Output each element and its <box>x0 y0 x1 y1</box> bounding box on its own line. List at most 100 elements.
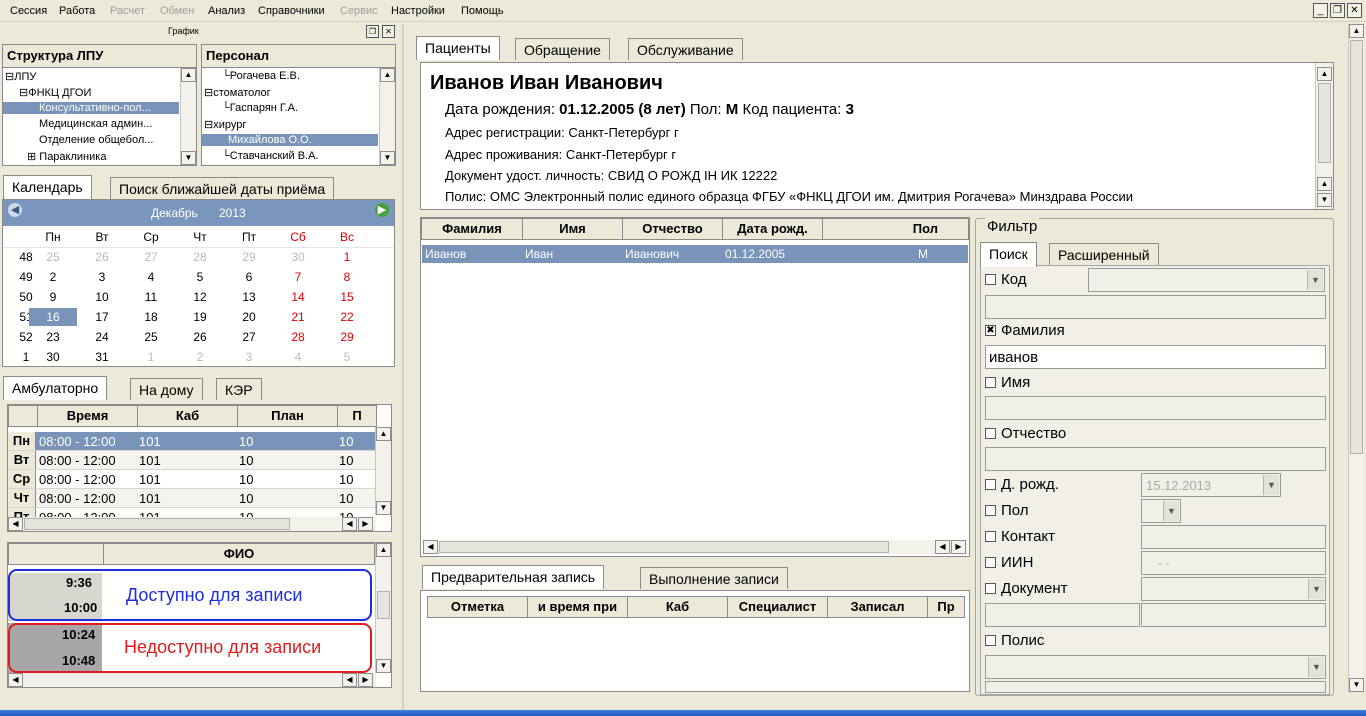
iin-input[interactable]: - - <box>1141 551 1326 575</box>
firstname-checkbox[interactable] <box>985 377 996 388</box>
scroll-thumb[interactable] <box>1350 40 1363 454</box>
scroll-up-icon[interactable]: ▲ <box>376 543 391 557</box>
main-vscroll[interactable]: ▲ ▼ <box>1348 24 1364 692</box>
calendar-day[interactable]: 18 <box>127 308 175 326</box>
menu-settings[interactable]: Настройки <box>391 5 445 17</box>
calendar-day[interactable]: 20 <box>225 308 273 326</box>
scroll-thumb[interactable] <box>24 518 290 530</box>
tree-item[interactable]: ⊟ЛПУ <box>5 70 36 83</box>
calendar-day[interactable]: 27 <box>225 328 273 346</box>
calendar-day[interactable]: 5 <box>323 348 371 366</box>
patients-hscroll[interactable]: ◀ ◀ ▶ <box>423 540 967 554</box>
tab-service[interactable]: Обслуживание <box>628 38 743 60</box>
sex-checkbox[interactable] <box>985 505 996 516</box>
close-panel-icon[interactable]: ✕ <box>382 25 395 38</box>
scroll-left-icon[interactable]: ◀ <box>935 540 950 554</box>
col-last-name[interactable]: Фамилия <box>421 218 523 240</box>
calendar-day[interactable]: 14 <box>274 288 322 306</box>
plan-row[interactable]: Ср 08:00 - 12:00 101 10 10 <box>8 470 376 489</box>
menu-help[interactable]: Помощь <box>461 5 504 17</box>
code-type-combo[interactable]: ▼ <box>1088 268 1325 292</box>
tree-item[interactable]: ⊟ФНКЦ ДГОИ <box>19 86 91 99</box>
slots-vscroll[interactable]: ▲ ▼ <box>375 543 391 673</box>
calendar-day[interactable]: 10 <box>78 288 126 306</box>
slots-col-fio[interactable]: ФИО <box>103 543 375 565</box>
float-icon[interactable]: ❐ <box>366 25 379 38</box>
calendar-day[interactable]: 17 <box>78 308 126 326</box>
scroll-down-icon[interactable]: ▼ <box>376 501 391 515</box>
firstname-input[interactable] <box>985 396 1326 420</box>
birthdate-checkbox[interactable] <box>985 479 996 490</box>
tab-patients[interactable]: Пациенты <box>416 36 500 60</box>
policy-type-combo[interactable]: ▼ <box>985 655 1326 679</box>
calendar-day[interactable]: 9 <box>29 288 77 306</box>
col-time[interactable]: и время при <box>527 596 628 618</box>
birthdate-input[interactable]: 15.12.2013 ▼ <box>1141 473 1281 497</box>
tab-record-execution[interactable]: Выполнение записи <box>640 567 788 589</box>
calendar-day[interactable]: 12 <box>176 288 224 306</box>
scroll-right-icon[interactable]: ▶ <box>358 673 373 687</box>
scroll-thumb[interactable] <box>1318 83 1331 163</box>
tree-item[interactable]: └Ставчанский В.А. <box>222 150 319 162</box>
calendar-day[interactable]: 4 <box>274 348 322 366</box>
lpu-scrollbar[interactable]: ▲ ▼ <box>180 68 196 165</box>
calendar-day[interactable]: 25 <box>127 328 175 346</box>
col-pr[interactable]: Пр <box>927 596 965 618</box>
calendar-day[interactable]: 23 <box>29 328 77 346</box>
scroll-up-icon[interactable]: ▲ <box>1317 177 1332 191</box>
plan-hscroll[interactable]: ◀ ◀ ▶ <box>8 517 376 531</box>
calendar-day[interactable]: 29 <box>225 248 273 266</box>
calendar-day[interactable]: 30 <box>274 248 322 266</box>
menu-calc[interactable]: Расчет <box>110 5 145 17</box>
scroll-up-icon[interactable]: ▲ <box>181 68 196 82</box>
calendar-day[interactable]: 3 <box>225 348 273 366</box>
col-middle-name[interactable]: Отчество <box>622 218 723 240</box>
scroll-up-icon[interactable]: ▲ <box>1317 67 1332 81</box>
chevron-down-icon[interactable]: ▼ <box>1263 475 1279 495</box>
scroll-down-icon[interactable]: ▼ <box>181 151 196 165</box>
code-checkbox[interactable] <box>985 274 996 285</box>
scroll-down-icon[interactable]: ▼ <box>376 659 391 673</box>
col-specialist[interactable]: Специалист <box>727 596 828 618</box>
minimize-icon[interactable]: _ <box>1313 3 1328 18</box>
calendar-day[interactable]: 11 <box>127 288 175 306</box>
scroll-right-icon[interactable]: ▶ <box>951 540 966 554</box>
calendar-day[interactable]: 5 <box>176 268 224 286</box>
calendar-day[interactable]: 21 <box>274 308 322 326</box>
col-mark[interactable]: Отметка <box>427 596 528 618</box>
calendar-year[interactable]: 2013 <box>219 206 246 220</box>
calendar-month[interactable]: Декабрь <box>151 206 198 220</box>
col-cab[interactable]: Каб <box>627 596 728 618</box>
document-number-input[interactable] <box>1141 603 1326 627</box>
calendar-day[interactable]: 3 <box>78 268 126 286</box>
patient-row[interactable]: Иванов Иван Иванович 01.12.2005 М <box>422 245 968 263</box>
calendar-day[interactable]: 19 <box>176 308 224 326</box>
staff-scrollbar[interactable]: ▲ ▼ <box>379 68 395 165</box>
calendar-day[interactable]: 2 <box>29 268 77 286</box>
code-input[interactable] <box>985 295 1326 319</box>
plan-vscroll[interactable]: ▲ ▼ <box>375 427 391 515</box>
restore-icon[interactable]: ❐ <box>1330 3 1345 18</box>
col-recorded-by[interactable]: Записал <box>827 596 928 618</box>
calendar-day[interactable]: 25 <box>29 248 77 266</box>
chevron-down-icon[interactable]: ▼ <box>1308 657 1324 677</box>
menu-exchange[interactable]: Обмен <box>160 5 194 17</box>
scroll-left-icon[interactable]: ◀ <box>8 673 23 687</box>
lastname-checkbox[interactable]: ✖ <box>985 325 996 336</box>
col-birth-date[interactable]: Дата рожд. <box>722 218 823 240</box>
calendar-day[interactable]: 13 <box>225 288 273 306</box>
scroll-right-icon[interactable]: ▶ <box>358 517 373 531</box>
contact-checkbox[interactable] <box>985 531 996 542</box>
calendar-day[interactable]: 26 <box>176 328 224 346</box>
calendar-day[interactable]: 7 <box>274 268 322 286</box>
chevron-down-icon[interactable]: ▼ <box>1163 501 1179 521</box>
scroll-left-icon[interactable]: ◀ <box>8 517 23 531</box>
calendar-day[interactable]: 2 <box>176 348 224 366</box>
chevron-down-icon[interactable]: ▼ <box>1308 579 1324 599</box>
scroll-left-icon[interactable]: ◀ <box>423 540 438 554</box>
plan-col-plan[interactable]: План <box>237 405 338 427</box>
tab-calendar[interactable]: Календарь <box>3 175 92 199</box>
document-series-input[interactable] <box>985 603 1140 627</box>
calendar-day[interactable]: 4 <box>127 268 175 286</box>
scroll-thumb[interactable] <box>377 591 390 619</box>
